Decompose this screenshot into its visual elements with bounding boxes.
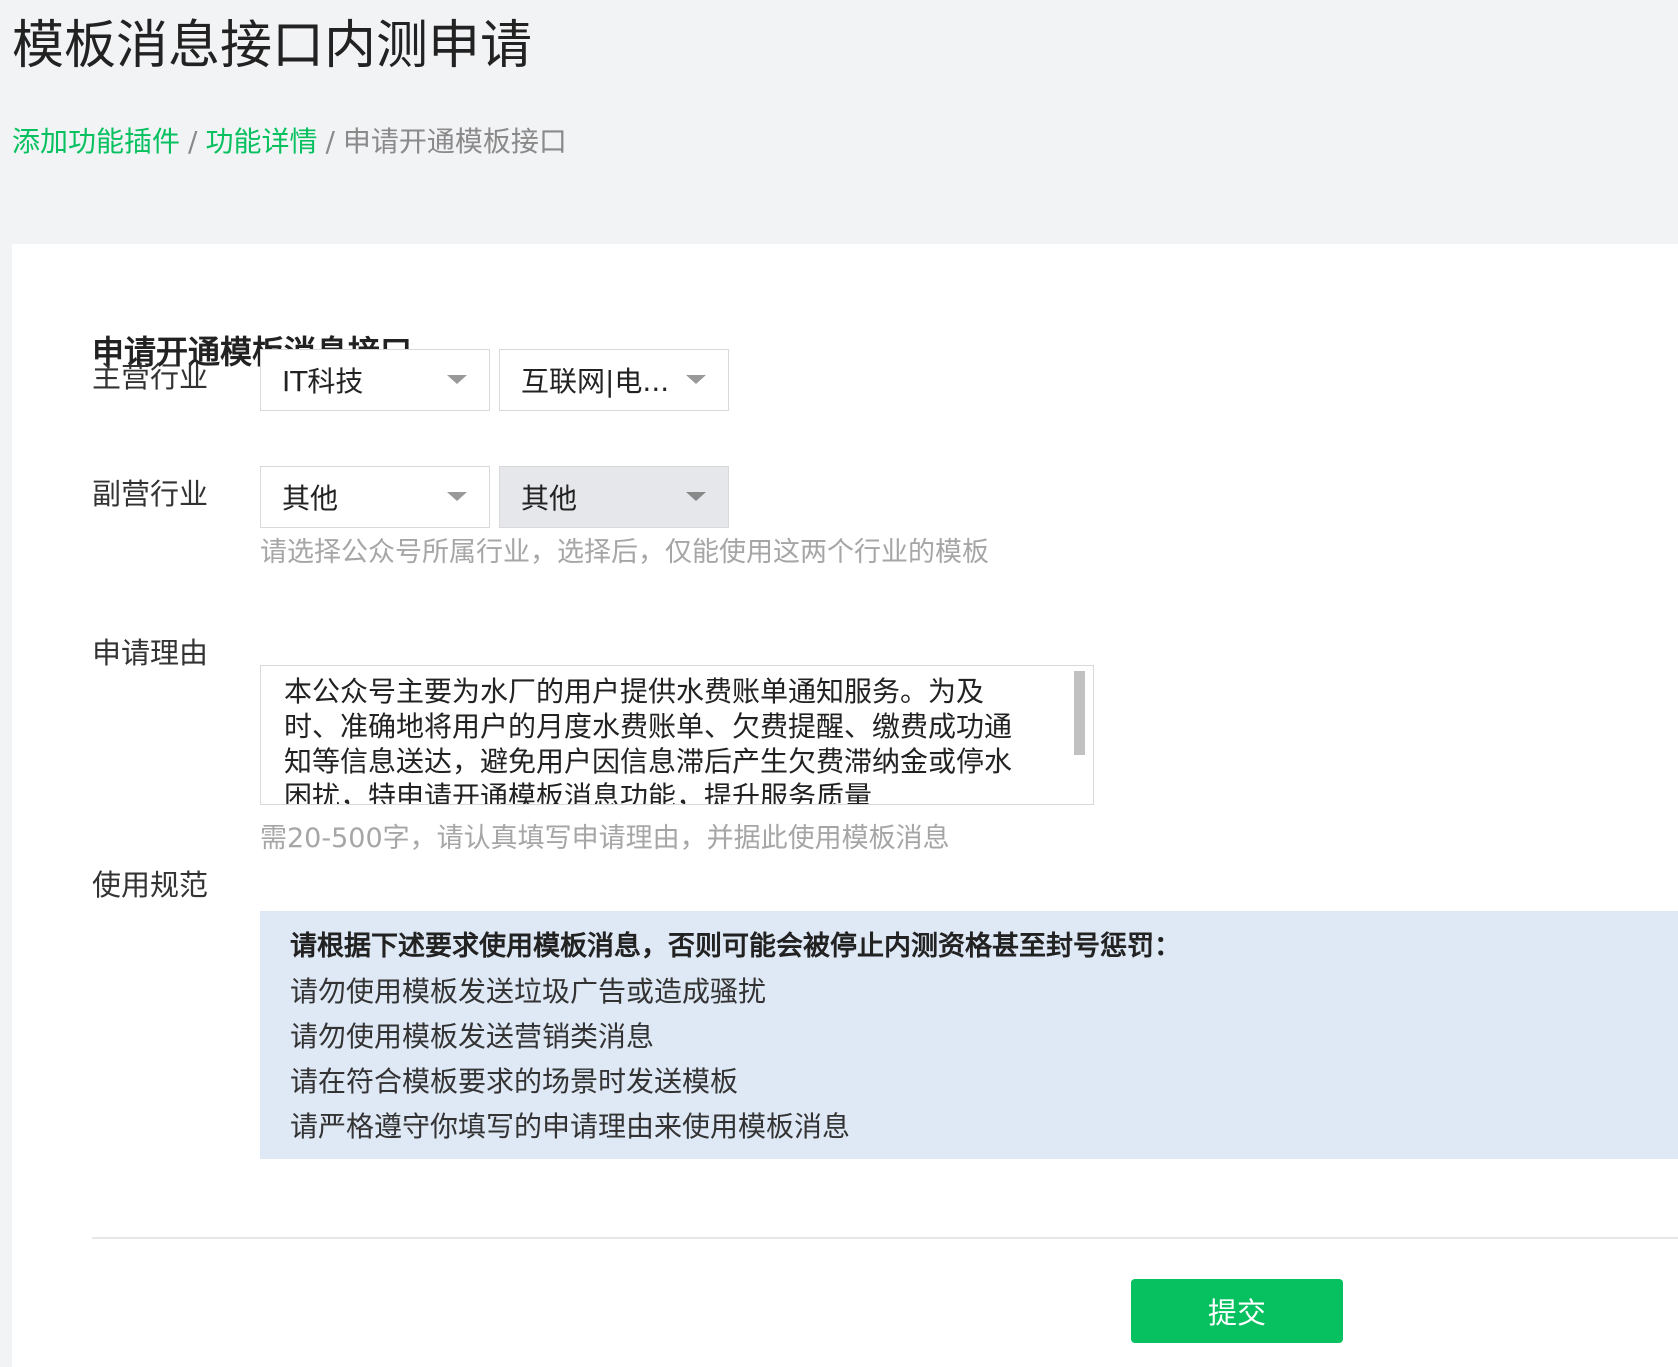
primary-industry-label: 主营行业	[92, 360, 209, 394]
chevron-down-icon	[447, 492, 467, 501]
breadcrumb-separator: /	[325, 125, 335, 158]
rule-item: 请勿使用模板发送垃圾广告或造成骚扰	[290, 975, 767, 1008]
rules-title: 请根据下述要求使用模板消息，否则可能会被停止内测资格甚至封号惩罚：	[290, 931, 1181, 962]
breadcrumb: 添加功能插件 / 功能详情 / 申请开通模板接口	[12, 122, 567, 162]
breadcrumb-feature-detail[interactable]: 功能详情	[205, 125, 317, 158]
breadcrumb-separator: /	[188, 125, 198, 158]
reason-label: 申请理由	[92, 636, 209, 670]
primary-industry-select-2[interactable]: 互联网|电...	[499, 349, 729, 411]
divider	[92, 1237, 1678, 1239]
rule-item: 请严格遵守你填写的申请理由来使用模板消息	[290, 1110, 851, 1143]
textarea-scrollbar[interactable]	[1074, 671, 1085, 755]
submit-button[interactable]: 提交	[1131, 1279, 1343, 1343]
page-title: 模板消息接口内测申请	[12, 16, 533, 76]
primary-industry-value-2: 互联网|电...	[521, 365, 670, 398]
reason-hint: 需20-500字，请认真填写申请理由，并据此使用模板消息	[260, 823, 950, 854]
rules-label: 使用规范	[92, 868, 209, 902]
chevron-down-icon	[686, 492, 706, 501]
primary-industry-select-1[interactable]: IT科技	[260, 349, 490, 411]
secondary-industry-select-1[interactable]: 其他	[260, 466, 490, 528]
form-card: 申请开通模板消息接口 主营行业 IT科技 互联网|电... 副营行业 其他 其他…	[12, 244, 1678, 1367]
secondary-industry-select-2[interactable]: 其他	[499, 466, 729, 528]
chevron-down-icon	[447, 375, 467, 384]
reason-text: 本公众号主要为水厂的用户提供水费账单通知服务。为及时、准确地将用户的月度水费账单…	[284, 675, 1013, 805]
breadcrumb-add-plugin[interactable]: 添加功能插件	[12, 125, 180, 158]
chevron-down-icon	[686, 375, 706, 384]
secondary-industry-label: 副营行业	[92, 477, 209, 511]
breadcrumb-current: 申请开通模板接口	[342, 125, 567, 158]
primary-industry-value-1: IT科技	[282, 365, 364, 398]
rule-item: 请在符合模板要求的场景时发送模板	[290, 1065, 739, 1098]
usage-rules-box: 请根据下述要求使用模板消息，否则可能会被停止内测资格甚至封号惩罚： 请勿使用模板…	[260, 911, 1678, 1159]
secondary-industry-value-2: 其他	[521, 482, 578, 515]
secondary-industry-value-1: 其他	[282, 482, 339, 515]
rule-item: 请勿使用模板发送营销类消息	[290, 1020, 655, 1053]
industry-hint: 请选择公众号所属行业，选择后，仅能使用这两个行业的模板	[260, 537, 989, 568]
reason-textarea[interactable]: 本公众号主要为水厂的用户提供水费账单通知服务。为及时、准确地将用户的月度水费账单…	[260, 665, 1094, 805]
